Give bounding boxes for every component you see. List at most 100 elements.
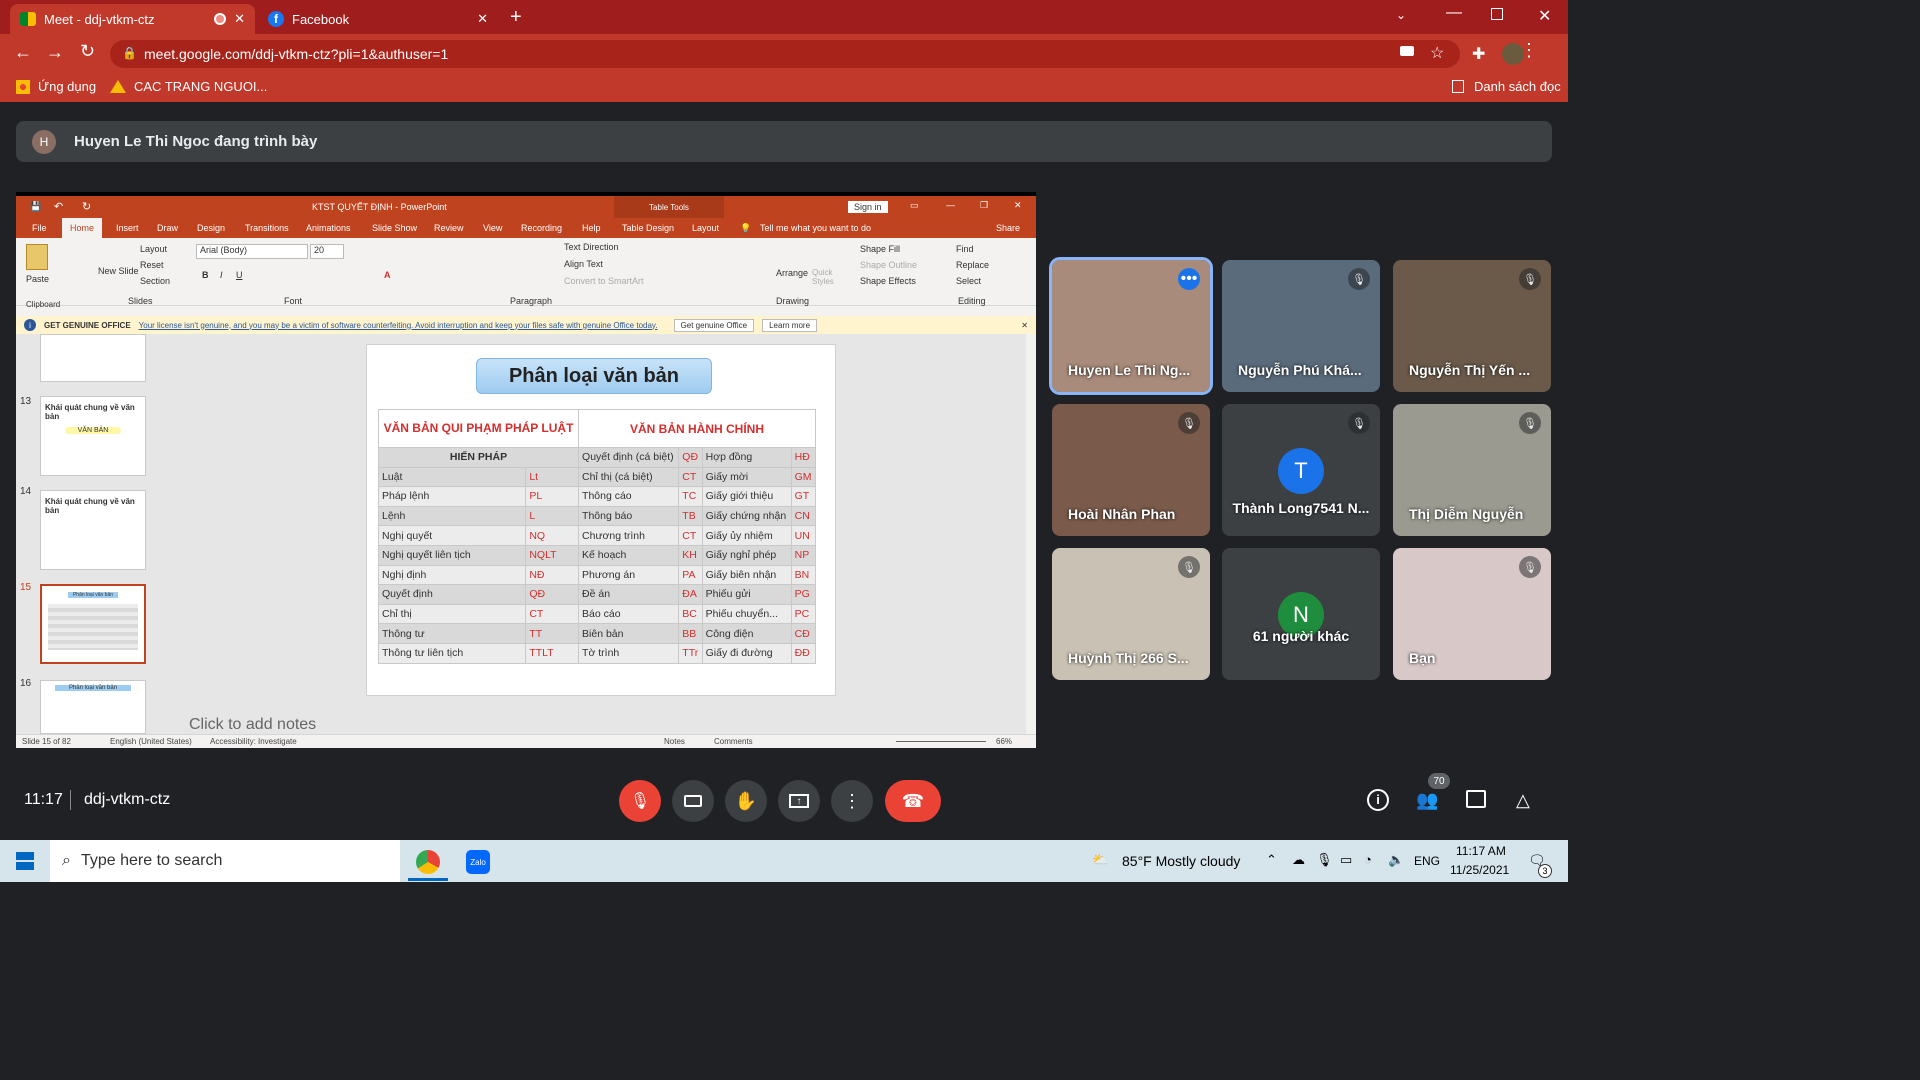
clock-date[interactable]: 11/25/2021 (1450, 863, 1509, 877)
bold-button[interactable]: B (202, 270, 209, 280)
sign-in-button[interactable]: Sign in (848, 201, 888, 213)
leave-call-button[interactable]: ☎ (885, 780, 941, 822)
speaking-indicator-icon[interactable]: ••• (1178, 268, 1200, 290)
notes-button[interactable]: Notes (664, 737, 685, 746)
new-tab-button[interactable]: + (510, 6, 522, 29)
zoom-slider[interactable] (896, 741, 986, 742)
chrome-icon[interactable] (416, 850, 440, 874)
get-genuine-button[interactable]: Get genuine Office (673, 318, 755, 332)
present-button[interactable]: ↑ (778, 780, 820, 822)
comments-button[interactable]: Comments (714, 737, 753, 746)
forward-arrow-icon[interactable]: → (46, 42, 64, 63)
clock-time[interactable]: 11:17 AM (1456, 844, 1506, 858)
participant-tile[interactable]: Nguyễn Phú Khá... 🎙 (1222, 260, 1380, 392)
chat-icon[interactable] (1466, 790, 1486, 808)
mic-tray-icon[interactable]: 🎙 (1316, 852, 1333, 868)
section-button[interactable]: Section (140, 276, 170, 286)
participant-tile[interactable]: Huyen Le Thi Ng... ••• (1049, 257, 1213, 395)
layout-button[interactable]: Layout (140, 244, 167, 254)
save-icon[interactable]: 💾 (30, 201, 41, 212)
text-direction-button[interactable]: Text Direction (564, 242, 619, 252)
people-icon[interactable]: 👥 (1416, 790, 1438, 811)
notes-placeholder[interactable]: Click to add notes (189, 716, 316, 734)
ppt-restore[interactable]: ❐ (980, 200, 988, 211)
tell-me-search[interactable]: Tell me what you want to do (760, 223, 871, 233)
volume-icon[interactable]: 🔈 (1388, 852, 1404, 868)
learn-more-button[interactable]: Learn more (762, 318, 818, 332)
windows-start-icon[interactable] (16, 852, 34, 870)
ppt-close[interactable]: ✕ (1014, 200, 1022, 211)
close-bar-icon[interactable]: ✕ (1021, 321, 1028, 330)
align-text-button[interactable]: Align Text (564, 259, 603, 269)
menu-transitions[interactable]: Transitions (245, 223, 289, 233)
undo-icon[interactable]: ↶ (54, 200, 63, 213)
select-button[interactable]: Select (956, 276, 981, 286)
font-name-field[interactable]: Arial (Body) (196, 244, 308, 259)
participant-tile[interactable]: N 61 người khác (1222, 548, 1380, 680)
more-options-button[interactable]: ⋮ (831, 780, 873, 822)
replace-button[interactable]: Replace (956, 260, 989, 270)
slide-title[interactable]: Phân loại văn bản (476, 358, 712, 394)
menu-home[interactable]: Home (62, 218, 103, 238)
zalo-icon[interactable]: Zalo (466, 850, 490, 874)
participant-tile[interactable]: Bạn 🎙 (1393, 548, 1551, 680)
star-icon[interactable]: ☆ (1430, 43, 1444, 63)
menu-insert[interactable]: Insert (116, 223, 139, 233)
share-button[interactable]: Share (996, 223, 1020, 233)
menu-review[interactable]: Review (434, 223, 464, 233)
genuine-message[interactable]: Your license isn't genuine, and you may … (139, 321, 658, 330)
participant-tile[interactable]: T Thành Long7541 N... 🎙 (1222, 404, 1380, 536)
ppt-minimize[interactable]: — (946, 200, 955, 210)
menu-view[interactable]: View (483, 223, 502, 233)
mic-off-button[interactable]: 🎙 (619, 780, 661, 822)
back-arrow-icon[interactable]: ← (14, 42, 32, 63)
minimize-button[interactable]: — (1446, 4, 1462, 22)
menu-file[interactable]: File (32, 223, 47, 233)
reload-icon[interactable]: ↻ (80, 41, 95, 62)
close-window-button[interactable]: ✕ (1538, 6, 1551, 26)
underline-button[interactable]: U (236, 270, 243, 280)
slide-thumb-13[interactable]: Khái quát chung về văn bản VĂN BẢN (40, 396, 146, 476)
url-field[interactable]: 🔒 meet.google.com/ddj-vtkm-ctz?pli=1&aut… (110, 40, 1460, 68)
paste-icon[interactable] (26, 244, 48, 270)
participant-tile[interactable]: Huỳnh Thị 266 S... 🎙 (1052, 548, 1210, 680)
close-tab-icon[interactable]: ✕ (234, 11, 245, 27)
shape-effects-button[interactable]: Shape Effects (860, 276, 916, 286)
profile-avatar[interactable] (1502, 43, 1524, 65)
reset-button[interactable]: Reset (140, 260, 164, 270)
extensions-icon[interactable]: ✚ (1472, 44, 1485, 64)
tab-search-icon[interactable]: ⌄ (1396, 8, 1406, 22)
camera-blocked-icon[interactable] (1400, 46, 1414, 56)
slide-thumb-14[interactable]: Khái quát chung về văn bản (40, 490, 146, 570)
new-slide-button[interactable]: New Slide (98, 266, 139, 276)
redo-icon[interactable]: ↻ (82, 200, 91, 213)
slide-thumb-15-selected[interactable]: Phân loại văn bản (40, 584, 146, 664)
reading-list[interactable]: Danh sách đọc (1474, 79, 1561, 94)
weather-text[interactable]: 85°F Mostly cloudy (1122, 853, 1240, 869)
menu-design[interactable]: Design (197, 223, 225, 233)
menu-table-design[interactable]: Table Design (622, 223, 674, 233)
shape-fill-button[interactable]: Shape Fill (860, 244, 900, 254)
slide-thumb-12[interactable] (40, 334, 146, 382)
meeting-info-icon[interactable]: i (1367, 789, 1389, 811)
menu-slideshow[interactable]: Slide Show (372, 223, 417, 233)
camera-button[interactable] (672, 780, 714, 822)
menu-layout[interactable]: Layout (692, 223, 719, 233)
menu-recording[interactable]: Recording (521, 223, 562, 233)
ribbon-display-icon[interactable]: ▭ (910, 200, 919, 211)
bookmark-apps[interactable]: Ứng dụng (38, 79, 96, 94)
participant-tile[interactable]: Hoài Nhân Phan 🎙 (1052, 404, 1210, 536)
participant-tile[interactable]: Thị Diễm Nguyễn 🎙 (1393, 404, 1551, 536)
wifi-icon[interactable]: ◔ (1364, 852, 1372, 867)
font-size-field[interactable]: 20 (310, 244, 344, 259)
tab-meet[interactable]: Meet - ddj-vtkm-ctz ✕ (10, 4, 255, 34)
onedrive-icon[interactable]: ☁ (1292, 852, 1305, 868)
taskbar-search[interactable]: ⌕ Type here to search (50, 840, 400, 882)
tray-chevron-icon[interactable]: ⌃ (1266, 852, 1277, 868)
slide-thumb-16[interactable]: Phân loại văn bản (40, 680, 146, 734)
activities-icon[interactable]: △ (1516, 790, 1530, 811)
tab-facebook[interactable]: f Facebook ✕ (258, 4, 498, 34)
font-color-icon[interactable]: A (384, 270, 391, 280)
arrange-button[interactable]: Arrange (776, 268, 808, 278)
accessibility-status[interactable]: Accessibility: Investigate (210, 737, 297, 746)
